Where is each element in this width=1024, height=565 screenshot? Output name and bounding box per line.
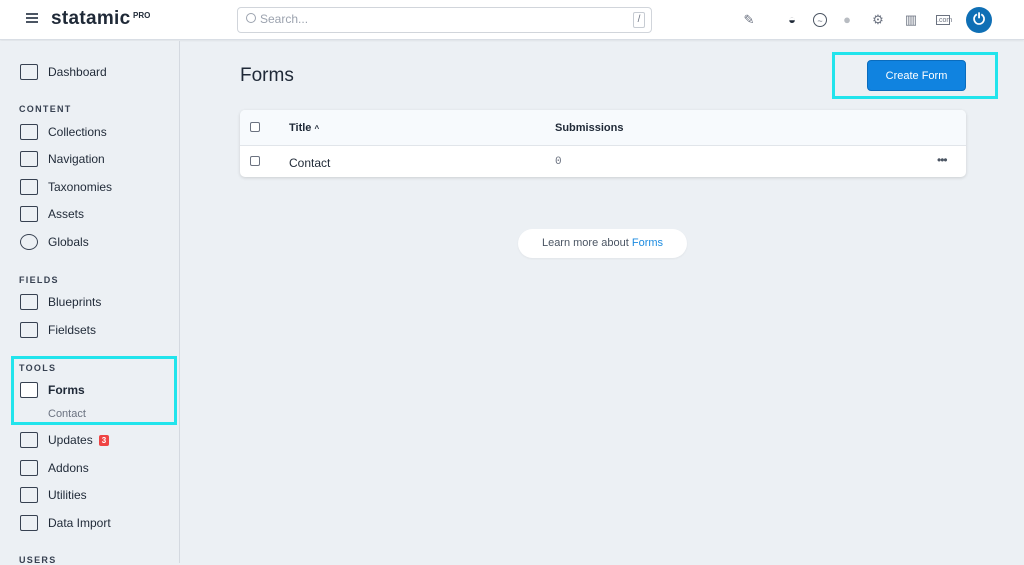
top-bar: statamic PRO / ✎ ◒ ~ ● ⚙ ▥ .com ⏻ bbox=[0, 0, 1024, 40]
forms-inbox-icon bbox=[20, 382, 38, 398]
tag-icon bbox=[20, 179, 38, 195]
blueprint-icon bbox=[20, 294, 38, 310]
search-shortcut: / bbox=[633, 12, 645, 28]
sidebar-item-collections[interactable]: Collections bbox=[20, 122, 107, 142]
forms-docs-link[interactable]: Forms bbox=[632, 237, 663, 249]
search-icon bbox=[246, 13, 256, 23]
section-users: USERS bbox=[19, 555, 57, 565]
import-icon bbox=[20, 515, 38, 531]
label: Addons bbox=[48, 461, 89, 475]
edition-label: PRO bbox=[133, 11, 151, 20]
sidebar-item-fieldsets[interactable]: Fieldsets bbox=[20, 320, 96, 340]
fieldset-icon bbox=[20, 322, 38, 338]
sidebar-item-data-import[interactable]: Data Import bbox=[20, 513, 111, 533]
label: Assets bbox=[48, 207, 85, 221]
sidebar-item-taxonomies[interactable]: Taxonomies bbox=[20, 177, 112, 197]
label: Fieldsets bbox=[48, 323, 97, 337]
image-icon bbox=[20, 206, 38, 222]
sidebar-item-blueprints[interactable]: Blueprints bbox=[20, 292, 101, 312]
section-content: CONTENT bbox=[19, 104, 72, 114]
label: Utilities bbox=[48, 488, 87, 502]
sidebar-item-utilities[interactable]: Utilities bbox=[20, 485, 87, 505]
sidebar-item-addons[interactable]: Addons bbox=[20, 458, 89, 478]
column-title[interactable]: Title ^ bbox=[289, 122, 319, 134]
navigation-icon bbox=[20, 151, 38, 167]
dark-mode-icon[interactable]: ◒ bbox=[785, 13, 799, 27]
search-box[interactable]: / bbox=[237, 7, 652, 33]
sidebar-item-dashboard[interactable]: Dashboard bbox=[20, 62, 107, 82]
create-form-button[interactable]: Create Form bbox=[867, 60, 966, 91]
addons-boxes-icon bbox=[20, 460, 38, 476]
label: Updates bbox=[48, 433, 93, 447]
pulse-icon[interactable]: ~ bbox=[813, 13, 827, 27]
sidebar-item-updates[interactable]: Updates 3 bbox=[20, 430, 110, 450]
learn-text: Learn more about bbox=[541, 237, 629, 249]
table-header: Title ^ Submissions bbox=[240, 110, 966, 146]
submissions-count: 0 bbox=[555, 156, 562, 168]
settings-icon[interactable]: ⚙ bbox=[871, 13, 885, 27]
sidebar-item-navigation[interactable]: Navigation bbox=[20, 149, 105, 169]
sidebar-item-forms[interactable]: Forms bbox=[20, 380, 85, 400]
label: Navigation bbox=[48, 152, 105, 166]
page-title: Forms bbox=[240, 65, 294, 86]
sidebar-subitem-contact[interactable]: Contact bbox=[48, 408, 86, 420]
section-fields: FIELDS bbox=[19, 275, 59, 285]
row-checkbox[interactable] bbox=[250, 156, 260, 166]
sidebar-item-assets[interactable]: Assets bbox=[20, 204, 84, 224]
site-icon[interactable]: .com bbox=[936, 15, 952, 25]
search-input[interactable] bbox=[260, 12, 620, 26]
menu-toggle-icon[interactable] bbox=[26, 13, 38, 23]
sidebar-item-globals[interactable]: Globals bbox=[20, 232, 89, 252]
label: Collections bbox=[48, 125, 107, 139]
forms-table: Title ^ Submissions Contact 0 ••• bbox=[240, 110, 966, 177]
section-tools: TOOLS bbox=[19, 363, 57, 373]
pin-icon[interactable]: ✎ bbox=[742, 13, 756, 27]
sort-asc-icon: ^ bbox=[314, 124, 320, 133]
label: Taxonomies bbox=[48, 180, 113, 194]
more-actions-icon[interactable]: ••• bbox=[937, 153, 948, 167]
label: Dashboard bbox=[48, 65, 107, 79]
avatar[interactable]: ⏻ bbox=[966, 7, 992, 33]
updates-badge: 3 bbox=[98, 434, 110, 446]
select-all-checkbox[interactable] bbox=[250, 122, 260, 132]
status-dot-icon[interactable]: ● bbox=[840, 13, 854, 27]
dashboard-icon bbox=[20, 64, 38, 80]
docs-book-icon[interactable]: ▥ bbox=[904, 13, 918, 27]
sliders-icon bbox=[20, 487, 38, 503]
updates-icon bbox=[20, 432, 38, 448]
form-title-link[interactable]: Contact bbox=[289, 156, 330, 170]
label: Data Import bbox=[48, 516, 111, 530]
label: Blueprints bbox=[48, 295, 102, 309]
globe-icon bbox=[20, 234, 38, 250]
label: Title bbox=[289, 122, 312, 134]
collections-icon bbox=[20, 124, 38, 140]
column-submissions[interactable]: Submissions bbox=[555, 122, 623, 134]
learn-more-pill: Learn more about Forms bbox=[518, 229, 687, 258]
label: Globals bbox=[48, 235, 89, 249]
label: Forms bbox=[48, 383, 85, 397]
logo[interactable]: statamic bbox=[51, 8, 131, 30]
